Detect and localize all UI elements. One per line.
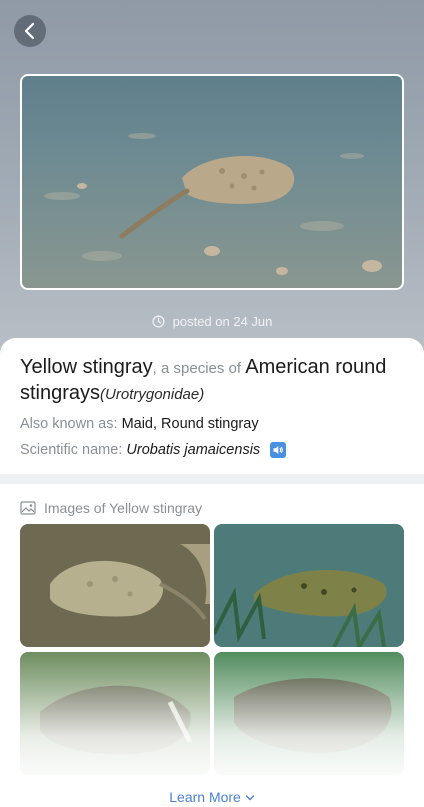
images-section-header: Images of Yellow stingray: [20, 500, 202, 516]
back-button[interactable]: [14, 15, 46, 47]
title-connector: , a species of: [152, 360, 246, 377]
species-title: Yellow stingray, a species of American r…: [20, 355, 404, 407]
main-photo[interactable]: [20, 74, 404, 290]
aka-value: Maid, Round stingray: [121, 416, 259, 432]
scientific-name-row: Scientific name: Urobatis jamaicensis: [20, 442, 287, 458]
image-thumbnail[interactable]: [20, 524, 210, 647]
sci-label: Scientific name:: [20, 442, 127, 458]
common-name: Yellow stingray: [20, 356, 153, 378]
chevron-left-icon: [24, 22, 35, 40]
image-icon: [20, 501, 36, 515]
family-scientific-name: (Urotrygonidae): [100, 386, 205, 403]
aka-row: Also known as: Maid, Round stingray: [20, 416, 259, 432]
image-thumbnail[interactable]: [214, 524, 404, 647]
aka-label: Also known as:: [20, 416, 122, 432]
section-divider: [0, 474, 424, 484]
images-header-label: Images of Yellow stingray: [44, 500, 202, 516]
chevron-down-icon: [245, 795, 254, 801]
speaker-icon: [273, 446, 284, 454]
sci-value: Urobatis jamaicensis: [126, 442, 261, 458]
posted-label: posted on 24 Jun: [172, 314, 273, 329]
pronounce-button[interactable]: [270, 442, 287, 458]
clock-icon: [152, 315, 165, 328]
content-fade: [0, 650, 424, 807]
learn-more-label: Learn More: [169, 789, 241, 805]
learn-more-link[interactable]: Learn More: [0, 789, 424, 805]
posted-date: posted on 24 Jun: [0, 314, 424, 329]
